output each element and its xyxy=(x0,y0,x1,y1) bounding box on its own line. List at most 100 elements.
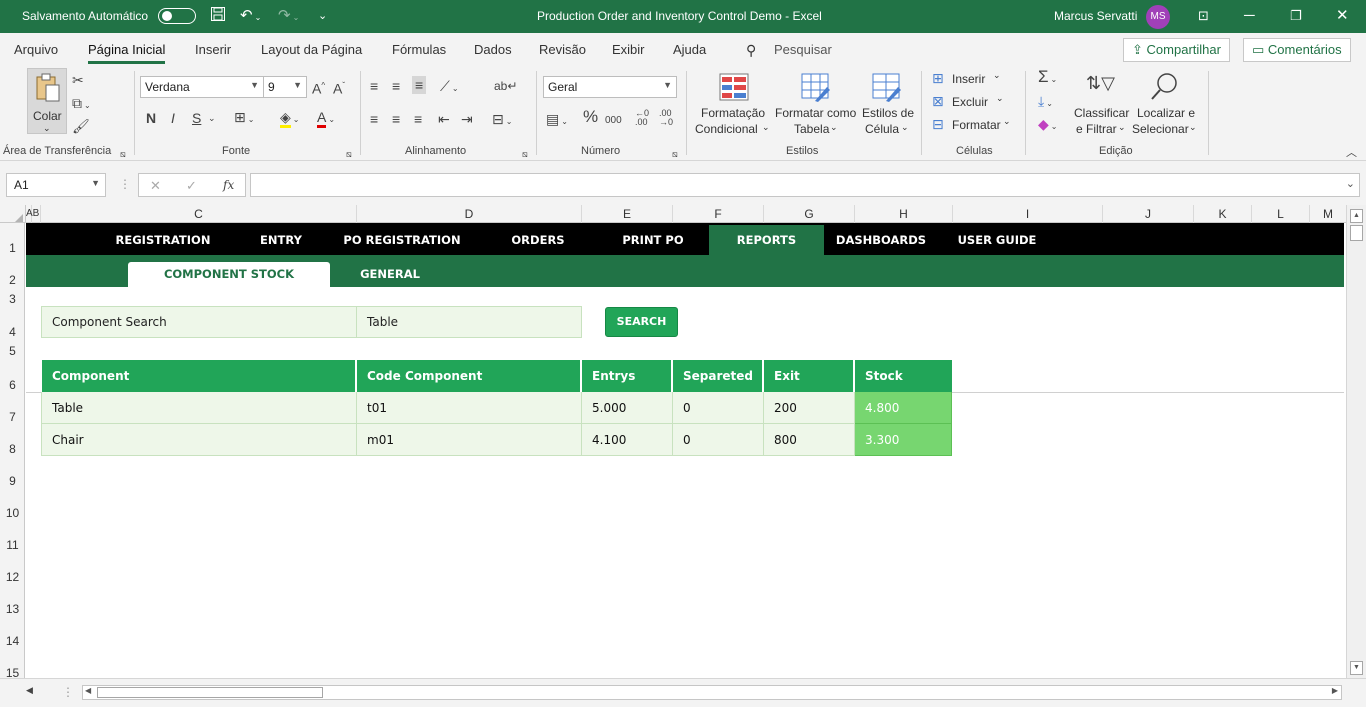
grow-font-icon[interactable]: A^ xyxy=(312,78,325,97)
chevron-down-icon[interactable]: ⌄ xyxy=(1189,122,1197,133)
decrease-indent-icon[interactable]: ⇤ xyxy=(438,111,450,127)
row-header[interactable]: 12 xyxy=(0,570,25,584)
orientation-icon[interactable]: ⟋ ⌄ xyxy=(440,78,459,97)
nav-registration[interactable]: REGISTRATION xyxy=(102,225,224,255)
table-cell-separeted[interactable]: 0 xyxy=(673,392,764,424)
format-cells-icon[interactable]: ⊟ xyxy=(932,116,944,132)
table-cell-stock[interactable]: 3.300 xyxy=(855,424,952,456)
conditional-format-label-2[interactable]: Condicional xyxy=(695,122,758,136)
tab-formulas[interactable]: Fórmulas xyxy=(392,42,446,57)
chevron-down-icon[interactable]: ⌄ xyxy=(901,122,909,133)
sort-filter-label-1[interactable]: Classificar xyxy=(1074,106,1129,120)
tab-dados[interactable]: Dados xyxy=(474,42,512,57)
column-header-d[interactable]: D xyxy=(357,205,582,223)
scroll-right-icon[interactable]: ▶ xyxy=(1332,686,1338,695)
table-cell-exit[interactable]: 200 xyxy=(764,392,855,424)
table-cell-code[interactable]: t01 xyxy=(357,392,582,424)
chevron-down-icon[interactable]: ⌄ xyxy=(208,110,216,126)
column-header-e[interactable]: E xyxy=(582,205,673,223)
redo-icon[interactable]: ↷ ⌄ xyxy=(278,6,299,28)
component-search-input[interactable]: Table xyxy=(356,306,582,338)
restore-icon[interactable]: ❐ xyxy=(1290,6,1302,26)
search-button[interactable]: SEARCH xyxy=(605,307,678,337)
tab-ajuda[interactable]: Ajuda xyxy=(673,42,706,57)
table-header-component[interactable]: Component xyxy=(42,360,357,392)
cell-styles-label-2[interactable]: Célula xyxy=(865,122,899,136)
align-left-icon[interactable]: ≡ xyxy=(370,111,378,127)
fill-color-icon[interactable]: ◈ ⌄ xyxy=(280,109,299,128)
row-header[interactable]: 5 xyxy=(0,344,25,358)
tab-layout-da-pagina[interactable]: Layout da Página xyxy=(261,42,362,57)
search-box[interactable]: Pesquisar xyxy=(774,42,832,57)
cut-icon[interactable]: ✂ xyxy=(72,72,84,88)
align-right-icon[interactable]: ≡ xyxy=(414,111,422,127)
wrap-text-icon[interactable]: ab↵ xyxy=(494,78,517,94)
tab-pagina-inicial[interactable]: Página Inicial xyxy=(88,42,166,64)
font-name-select[interactable]: Verdana ▼ xyxy=(140,76,264,98)
borders-icon[interactable]: ⊞ ⌄ xyxy=(234,109,254,128)
column-header-c[interactable]: C xyxy=(41,205,357,223)
nav-user-guide[interactable]: USER GUIDE xyxy=(950,225,1044,255)
tab-component-stock[interactable]: COMPONENT STOCK xyxy=(128,262,330,287)
tab-revisao[interactable]: Revisão xyxy=(539,42,586,57)
ribbon-display-icon[interactable]: ⊡ xyxy=(1198,6,1209,26)
decrease-decimal-icon[interactable]: .00 →0 xyxy=(659,109,673,127)
table-cell-separeted[interactable]: 0 xyxy=(673,424,764,456)
conditional-format-icon[interactable] xyxy=(719,73,749,101)
merge-center-icon[interactable]: ⊟ ⌄ xyxy=(492,111,512,130)
row-header[interactable]: 14 xyxy=(0,634,25,648)
nav-entry[interactable]: ENTRY xyxy=(246,225,316,255)
column-header-l[interactable]: L xyxy=(1252,205,1310,223)
enter-icon[interactable]: ✓ xyxy=(186,178,197,194)
row-header[interactable]: 11 xyxy=(0,538,25,552)
formula-input[interactable]: ⌄ xyxy=(250,173,1360,197)
customize-toolbar-icon[interactable]: ⌄ xyxy=(318,6,327,26)
format-as-table-label-1[interactable]: Formatar como xyxy=(775,106,856,120)
table-header-code[interactable]: Code Component xyxy=(357,360,582,392)
horizontal-scrollbar[interactable]: ◀ ▶ xyxy=(82,685,1342,700)
chevron-down-icon[interactable]: ⌄ xyxy=(993,70,1001,81)
find-select-label-1[interactable]: Localizar e xyxy=(1137,106,1195,120)
bold-button[interactable]: N xyxy=(146,110,156,126)
vertical-scroll-thumb[interactable] xyxy=(1350,225,1363,241)
vertical-scrollbar[interactable]: ▲ ▼ xyxy=(1346,205,1366,678)
chevron-down-icon[interactable]: ⌄ xyxy=(996,93,1004,104)
nav-reports[interactable]: REPORTS xyxy=(709,225,824,255)
table-cell-code[interactable]: m01 xyxy=(357,424,582,456)
italic-button[interactable]: I xyxy=(171,110,175,126)
dialog-launcher-icon[interactable]: ⧅ xyxy=(672,146,678,162)
search-icon[interactable]: ⚲ xyxy=(746,42,756,59)
table-cell-entrys[interactable]: 5.000 xyxy=(582,392,673,424)
chevron-down-icon[interactable]: ⌄ xyxy=(1003,116,1011,127)
autosum-icon[interactable]: Σ ⌄ xyxy=(1038,68,1057,88)
sort-filter-label-2[interactable]: e Filtrar xyxy=(1076,122,1117,136)
insert-cells-icon[interactable]: ⊞ xyxy=(932,70,944,86)
share-button[interactable]: ⇪ Compartilhar xyxy=(1123,38,1230,62)
align-bottom-icon[interactable]: ≡ xyxy=(412,76,427,94)
row-header[interactable]: 8 xyxy=(0,442,25,456)
column-header-j[interactable]: J xyxy=(1103,205,1194,223)
minimize-icon[interactable]: ─ xyxy=(1244,6,1255,26)
collapse-ribbon-icon[interactable]: ︿ xyxy=(1346,145,1357,161)
nav-orders[interactable]: ORDERS xyxy=(496,225,580,255)
scroll-left-icon[interactable]: ◀ xyxy=(85,686,91,695)
font-color-icon[interactable]: A ⌄ xyxy=(317,109,335,128)
column-header-f[interactable]: F xyxy=(673,205,764,223)
row-header[interactable]: 3 xyxy=(0,292,25,306)
cancel-icon[interactable]: ✕ xyxy=(150,178,161,194)
column-header-b[interactable]: B xyxy=(32,205,41,223)
table-cell-entrys[interactable]: 4.100 xyxy=(582,424,673,456)
horizontal-scroll-thumb[interactable] xyxy=(97,687,323,698)
row-header[interactable]: 6 xyxy=(0,378,25,392)
align-middle-icon[interactable]: ≡ xyxy=(392,78,400,94)
chevron-down-icon[interactable]: ▼ xyxy=(91,178,100,188)
prev-sheet-icon[interactable]: ◀ xyxy=(26,685,33,696)
find-select-icon[interactable] xyxy=(1150,71,1180,101)
column-header-i[interactable]: I xyxy=(953,205,1103,223)
table-cell-exit[interactable]: 800 xyxy=(764,424,855,456)
row-header[interactable]: 13 xyxy=(0,602,25,616)
nav-dashboards[interactable]: DASHBOARDS xyxy=(828,225,934,255)
delete-cells-icon[interactable]: ⊠ xyxy=(932,93,944,109)
table-header-stock[interactable]: Stock xyxy=(855,360,952,392)
paste-button[interactable]: Colar ⌄ xyxy=(27,68,67,134)
